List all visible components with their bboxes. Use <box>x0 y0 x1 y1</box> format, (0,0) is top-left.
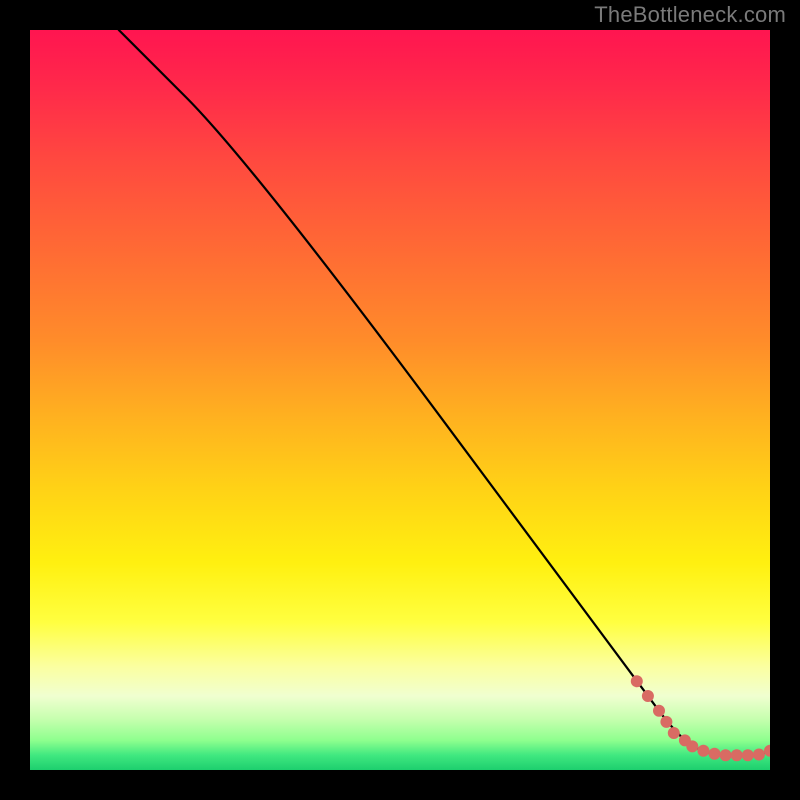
scatter-point <box>709 748 720 759</box>
chart-svg <box>30 30 770 770</box>
watermark-text: TheBottleneck.com <box>594 2 786 28</box>
scatter-point <box>720 750 731 761</box>
plot-area <box>30 30 770 770</box>
bottleneck-curve <box>119 30 770 755</box>
chart-frame: TheBottleneck.com <box>0 0 800 800</box>
scatter-point <box>661 716 672 727</box>
scatter-points-group <box>631 676 770 761</box>
scatter-point <box>731 750 742 761</box>
scatter-point <box>687 741 698 752</box>
scatter-point <box>765 745 771 756</box>
scatter-point <box>654 705 665 716</box>
scatter-point <box>742 750 753 761</box>
scatter-point <box>753 749 764 760</box>
scatter-point <box>698 745 709 756</box>
scatter-point <box>668 728 679 739</box>
scatter-point <box>631 676 642 687</box>
scatter-point <box>642 691 653 702</box>
